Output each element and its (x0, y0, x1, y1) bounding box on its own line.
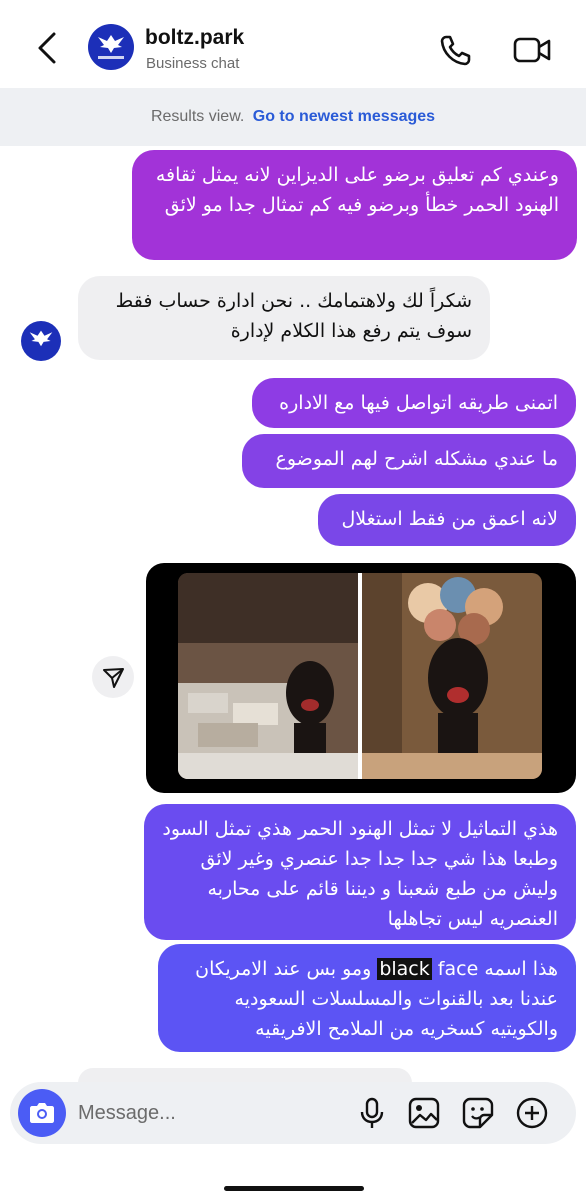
message-bubble-outgoing[interactable]: وعندي كم تعليق برضو على الديزاين لانه يم… (132, 150, 577, 260)
microphone-icon (360, 1097, 384, 1128)
contact-subtitle: Business chat (146, 55, 240, 72)
message-text-prefix: هذا اسمه (484, 958, 558, 980)
contact-name[interactable]: boltz.park (145, 26, 244, 50)
sticker-icon (462, 1097, 494, 1129)
results-banner: Results view. Go to newest messages (0, 88, 586, 146)
plus-circle-icon (516, 1097, 548, 1129)
more-options-button[interactable] (514, 1095, 550, 1131)
sticker-button[interactable] (460, 1095, 496, 1131)
go-to-newest-link[interactable]: Go to newest messages (253, 108, 435, 125)
eagle-logo-icon (29, 330, 53, 347)
image-icon (408, 1097, 440, 1129)
message-composer (10, 1082, 576, 1144)
eagle-logo-icon (98, 35, 124, 59)
share-button[interactable] (92, 656, 134, 698)
call-button[interactable] (438, 32, 474, 68)
image-message[interactable] (146, 563, 576, 793)
english-phrase: black face (377, 958, 478, 980)
phone-icon (440, 35, 471, 66)
message-input[interactable] (78, 1096, 338, 1130)
video-camera-icon (513, 37, 551, 63)
message-bubble-incoming[interactable]: شكراً لك ولاهتمامك .. نحن ادارة حساب فقط… (78, 276, 490, 360)
chat-header: boltz.park Business chat (0, 0, 586, 88)
highlighted-word: black (377, 958, 432, 980)
statue-photos-image (178, 573, 542, 779)
home-indicator (224, 1186, 364, 1191)
camera-icon (30, 1103, 54, 1123)
message-bubble-outgoing[interactable]: هذا اسمه black face ومو بس عند الامريكان… (158, 944, 576, 1052)
voice-message-button[interactable] (354, 1095, 390, 1131)
photo-collage (178, 573, 542, 779)
message-bubble-outgoing[interactable]: ما عندي مشكله اشرح لهم الموضوع (242, 434, 576, 488)
chevron-left-icon (38, 32, 56, 64)
gallery-button[interactable] (406, 1095, 442, 1131)
sender-avatar[interactable] (21, 321, 61, 361)
results-view-label: Results view. (150, 108, 245, 125)
english-word: face (437, 958, 479, 980)
message-bubble-outgoing[interactable]: اتمنى طريقه اتواصل فيها مع الاداره (252, 378, 576, 428)
send-icon (103, 668, 124, 688)
message-bubble-outgoing[interactable]: هذي التماثيل لا تمثل الهنود الحمر هذي تم… (144, 804, 576, 940)
camera-button[interactable] (18, 1089, 66, 1137)
back-button[interactable] (30, 28, 66, 68)
message-bubble-outgoing[interactable]: لانه اعمق من فقط استغلال (318, 494, 576, 546)
profile-avatar[interactable] (88, 24, 134, 70)
video-call-button[interactable] (512, 32, 552, 68)
